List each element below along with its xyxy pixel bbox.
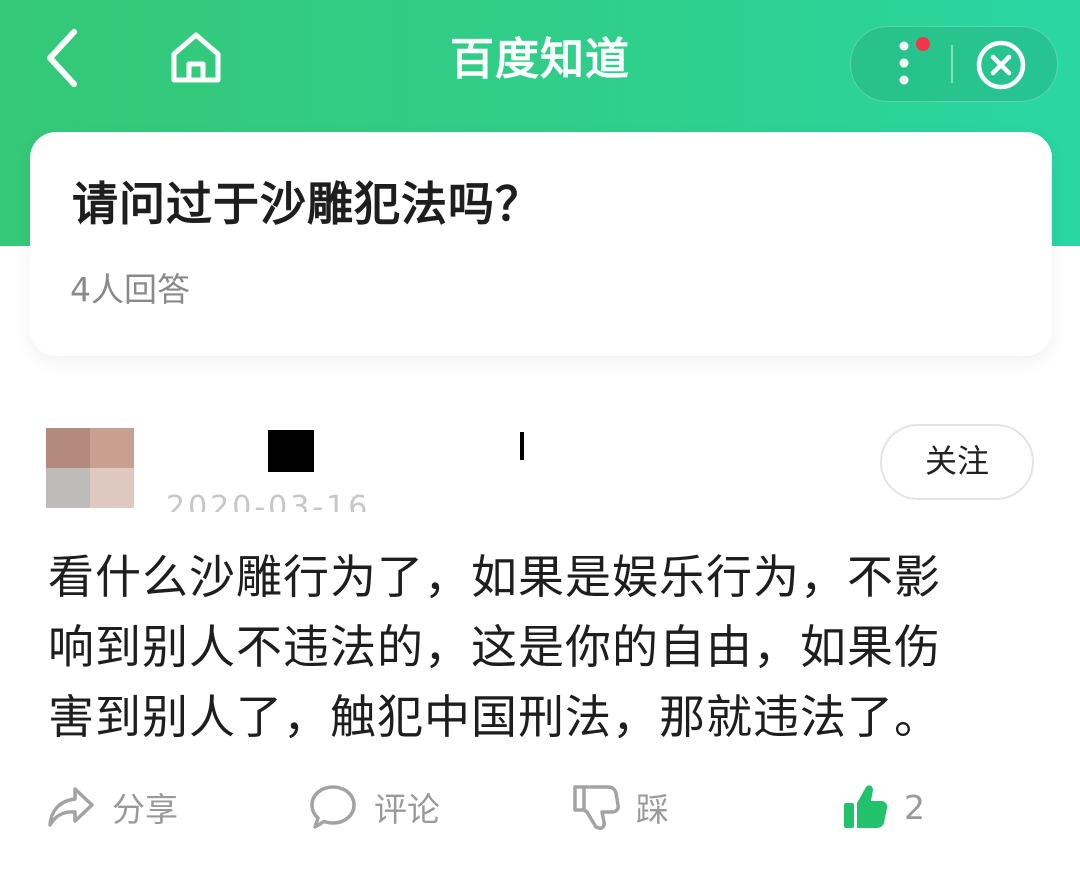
share-button[interactable]: 分享 [46,772,178,842]
comment-button[interactable]: 评论 [308,772,440,842]
comment-icon [310,785,356,829]
notification-dot [916,37,930,51]
answer-text: 看什么沙雕行为了，如果是娱乐行为，不影 响到别人不违法的，这是你的自由，如果伤 … [48,542,1008,752]
question-title: 请问过于沙雕犯法吗？ [72,177,542,231]
share-label: 分享 [112,790,178,829]
top-navigation-bar: 百度知道 [0,0,1080,122]
question-card: 请问过于沙雕犯法吗？ 4人回答 [30,132,1052,356]
thumbs-up-icon [844,785,888,828]
answer-date: 2020-03-16 [166,490,371,512]
answer-count[interactable]: 4人回答 [70,268,190,312]
avatar[interactable] [46,428,134,508]
dislike-label: 踩 [636,790,669,829]
like-count: 2 [904,787,925,827]
answer-line: 害到别人了，触犯中国刑法，那就违法了。 [48,690,941,744]
dislike-button[interactable]: 踩 [572,772,669,842]
answer-line: 看什么沙雕行为了，如果是娱乐行为，不影 [48,550,941,604]
answer-line: 响到别人不违法的，这是你的自由，如果伤 [48,620,941,674]
redacted-mark [520,432,524,460]
follow-button[interactable]: 关注 [880,424,1034,500]
share-icon [48,787,94,827]
answer-action-bar: 分享 评论 踩 2 [0,772,1080,842]
comment-label: 评论 [374,790,440,829]
redacted-username [268,430,314,472]
like-button[interactable]: 2 [842,772,925,842]
capsule-divider [951,45,953,83]
close-circle-icon [976,40,1026,90]
close-button[interactable] [974,38,1028,92]
thumbs-down-icon [573,785,620,830]
